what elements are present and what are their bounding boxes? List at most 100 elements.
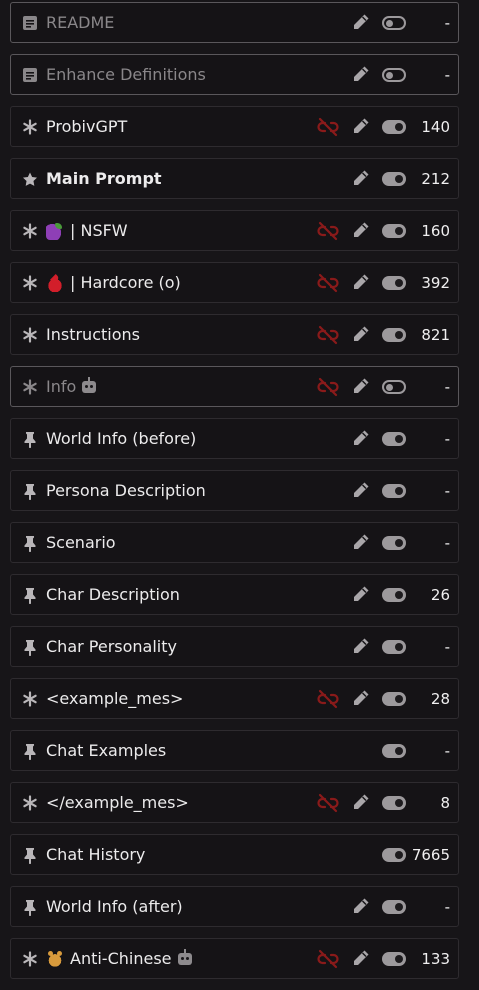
prompt-name[interactable]: Enhance Definitions bbox=[46, 55, 206, 94]
edit-pencil-icon[interactable] bbox=[351, 64, 371, 84]
prompt-row[interactable]: Anti-Chinese 133 bbox=[10, 938, 459, 979]
enable-toggle[interactable] bbox=[382, 172, 406, 186]
edit-pencil-icon[interactable] bbox=[351, 428, 371, 448]
prompt-row[interactable]: | NSFW 160 bbox=[10, 210, 459, 251]
prompt-name-label: Chat Examples bbox=[46, 741, 167, 760]
unlink-icon[interactable] bbox=[317, 273, 339, 293]
enable-toggle[interactable] bbox=[382, 328, 406, 342]
prompt-name[interactable]: Persona Description bbox=[46, 471, 206, 510]
prompt-name[interactable]: Chat History bbox=[46, 835, 145, 874]
prompt-name[interactable]: Info bbox=[46, 367, 97, 406]
unlink-icon[interactable] bbox=[317, 377, 339, 397]
prompt-name[interactable]: | Hardcore (o) bbox=[46, 263, 181, 302]
edit-pencil-icon[interactable] bbox=[351, 792, 371, 812]
enable-toggle[interactable] bbox=[382, 744, 406, 758]
token-count: 160 bbox=[421, 221, 450, 240]
unlink-icon[interactable] bbox=[317, 793, 339, 813]
unlink-icon[interactable] bbox=[317, 117, 339, 137]
enable-toggle[interactable] bbox=[382, 484, 406, 498]
prompt-row[interactable]: </example_mes> 8 bbox=[10, 782, 459, 823]
edit-pencil-icon[interactable] bbox=[351, 480, 371, 500]
token-count: 7665 bbox=[411, 845, 450, 864]
edit-pencil-icon[interactable] bbox=[351, 168, 371, 188]
document-icon bbox=[22, 13, 38, 33]
pin-icon bbox=[22, 533, 38, 553]
edit-pencil-icon[interactable] bbox=[351, 688, 371, 708]
prompt-row[interactable]: Char Personality - bbox=[10, 626, 459, 667]
enable-toggle[interactable] bbox=[382, 640, 406, 654]
prompt-row[interactable]: Chat Examples - bbox=[10, 730, 459, 771]
token-count: 8 bbox=[440, 793, 450, 812]
token-count: 821 bbox=[421, 325, 450, 344]
prompt-name-label: Enhance Definitions bbox=[46, 65, 206, 84]
enable-toggle[interactable] bbox=[382, 692, 406, 706]
prompt-name[interactable]: Anti-Chinese bbox=[46, 939, 192, 978]
enable-toggle[interactable] bbox=[382, 588, 406, 602]
edit-pencil-icon[interactable] bbox=[351, 584, 371, 604]
prompt-name[interactable]: <example_mes> bbox=[46, 679, 183, 718]
pin-icon bbox=[22, 429, 38, 449]
prompt-row[interactable]: World Info (after) - bbox=[10, 886, 459, 927]
prompt-row[interactable]: | Hardcore (o) 392 bbox=[10, 262, 459, 303]
enable-toggle[interactable] bbox=[382, 900, 406, 914]
robot-icon bbox=[82, 376, 97, 393]
prompt-row[interactable]: Chat History 7665 bbox=[10, 834, 459, 875]
edit-pencil-icon[interactable] bbox=[351, 532, 371, 552]
edit-pencil-icon[interactable] bbox=[351, 272, 371, 292]
unlink-icon[interactable] bbox=[317, 949, 339, 969]
pin-icon bbox=[22, 897, 38, 917]
prompt-name[interactable]: README bbox=[46, 3, 114, 42]
prompt-row[interactable]: Scenario - bbox=[10, 522, 459, 563]
prompt-name[interactable]: World Info (after) bbox=[46, 887, 183, 926]
enable-toggle[interactable] bbox=[382, 16, 406, 30]
prompt-name[interactable]: Main Prompt bbox=[46, 159, 162, 198]
edit-pencil-icon[interactable] bbox=[351, 376, 371, 396]
prompt-name[interactable]: </example_mes> bbox=[46, 783, 189, 822]
prompt-name[interactable]: Char Personality bbox=[46, 627, 177, 666]
enable-toggle[interactable] bbox=[382, 432, 406, 446]
prompt-name-label: <example_mes> bbox=[46, 689, 184, 708]
prompt-name[interactable]: Char Description bbox=[46, 575, 180, 614]
enable-toggle[interactable] bbox=[382, 276, 406, 290]
robot-icon bbox=[177, 948, 192, 965]
unlink-icon[interactable] bbox=[317, 221, 339, 241]
edit-pencil-icon[interactable] bbox=[351, 636, 371, 656]
enable-toggle[interactable] bbox=[382, 68, 406, 82]
prompt-row[interactable]: ProbivGPT 140 bbox=[10, 106, 459, 147]
enable-toggle[interactable] bbox=[382, 952, 406, 966]
prompt-row[interactable]: <example_mes> 28 bbox=[10, 678, 459, 719]
enable-toggle[interactable] bbox=[382, 120, 406, 134]
prompt-row[interactable]: README - bbox=[10, 2, 459, 43]
prompt-name[interactable]: Chat Examples bbox=[46, 731, 166, 770]
prompt-name[interactable]: ProbivGPT bbox=[46, 107, 127, 146]
prompt-row[interactable]: Enhance Definitions - bbox=[10, 54, 459, 95]
asterisk-icon bbox=[22, 689, 38, 709]
enable-toggle[interactable] bbox=[382, 380, 406, 394]
token-count: 28 bbox=[430, 689, 450, 708]
unlink-icon[interactable] bbox=[317, 325, 339, 345]
prompt-row[interactable]: Main Prompt 212 bbox=[10, 158, 459, 199]
unlink-icon[interactable] bbox=[317, 689, 339, 709]
enable-toggle[interactable] bbox=[382, 848, 406, 862]
asterisk-icon bbox=[22, 221, 38, 241]
prompt-name[interactable]: Instructions bbox=[46, 315, 140, 354]
edit-pencil-icon[interactable] bbox=[351, 116, 371, 136]
prompt-name[interactable]: | NSFW bbox=[46, 211, 128, 250]
prompt-row[interactable]: Persona Description - bbox=[10, 470, 459, 511]
enable-toggle[interactable] bbox=[382, 536, 406, 550]
edit-pencil-icon[interactable] bbox=[351, 896, 371, 916]
edit-pencil-icon[interactable] bbox=[351, 324, 371, 344]
prompt-row[interactable]: Info - bbox=[10, 366, 459, 407]
edit-pencil-icon[interactable] bbox=[351, 948, 371, 968]
enable-toggle[interactable] bbox=[382, 224, 406, 238]
prompt-name-label: Scenario bbox=[46, 533, 116, 552]
edit-pencil-icon[interactable] bbox=[351, 220, 371, 240]
prompt-name[interactable]: World Info (before) bbox=[46, 419, 196, 458]
prompt-name[interactable]: Scenario bbox=[46, 523, 116, 562]
enable-toggle[interactable] bbox=[382, 796, 406, 810]
edit-pencil-icon[interactable] bbox=[351, 12, 371, 32]
pin-icon bbox=[22, 585, 38, 605]
prompt-row[interactable]: Char Description 26 bbox=[10, 574, 459, 615]
prompt-row[interactable]: Instructions 821 bbox=[10, 314, 459, 355]
prompt-row[interactable]: World Info (before) - bbox=[10, 418, 459, 459]
